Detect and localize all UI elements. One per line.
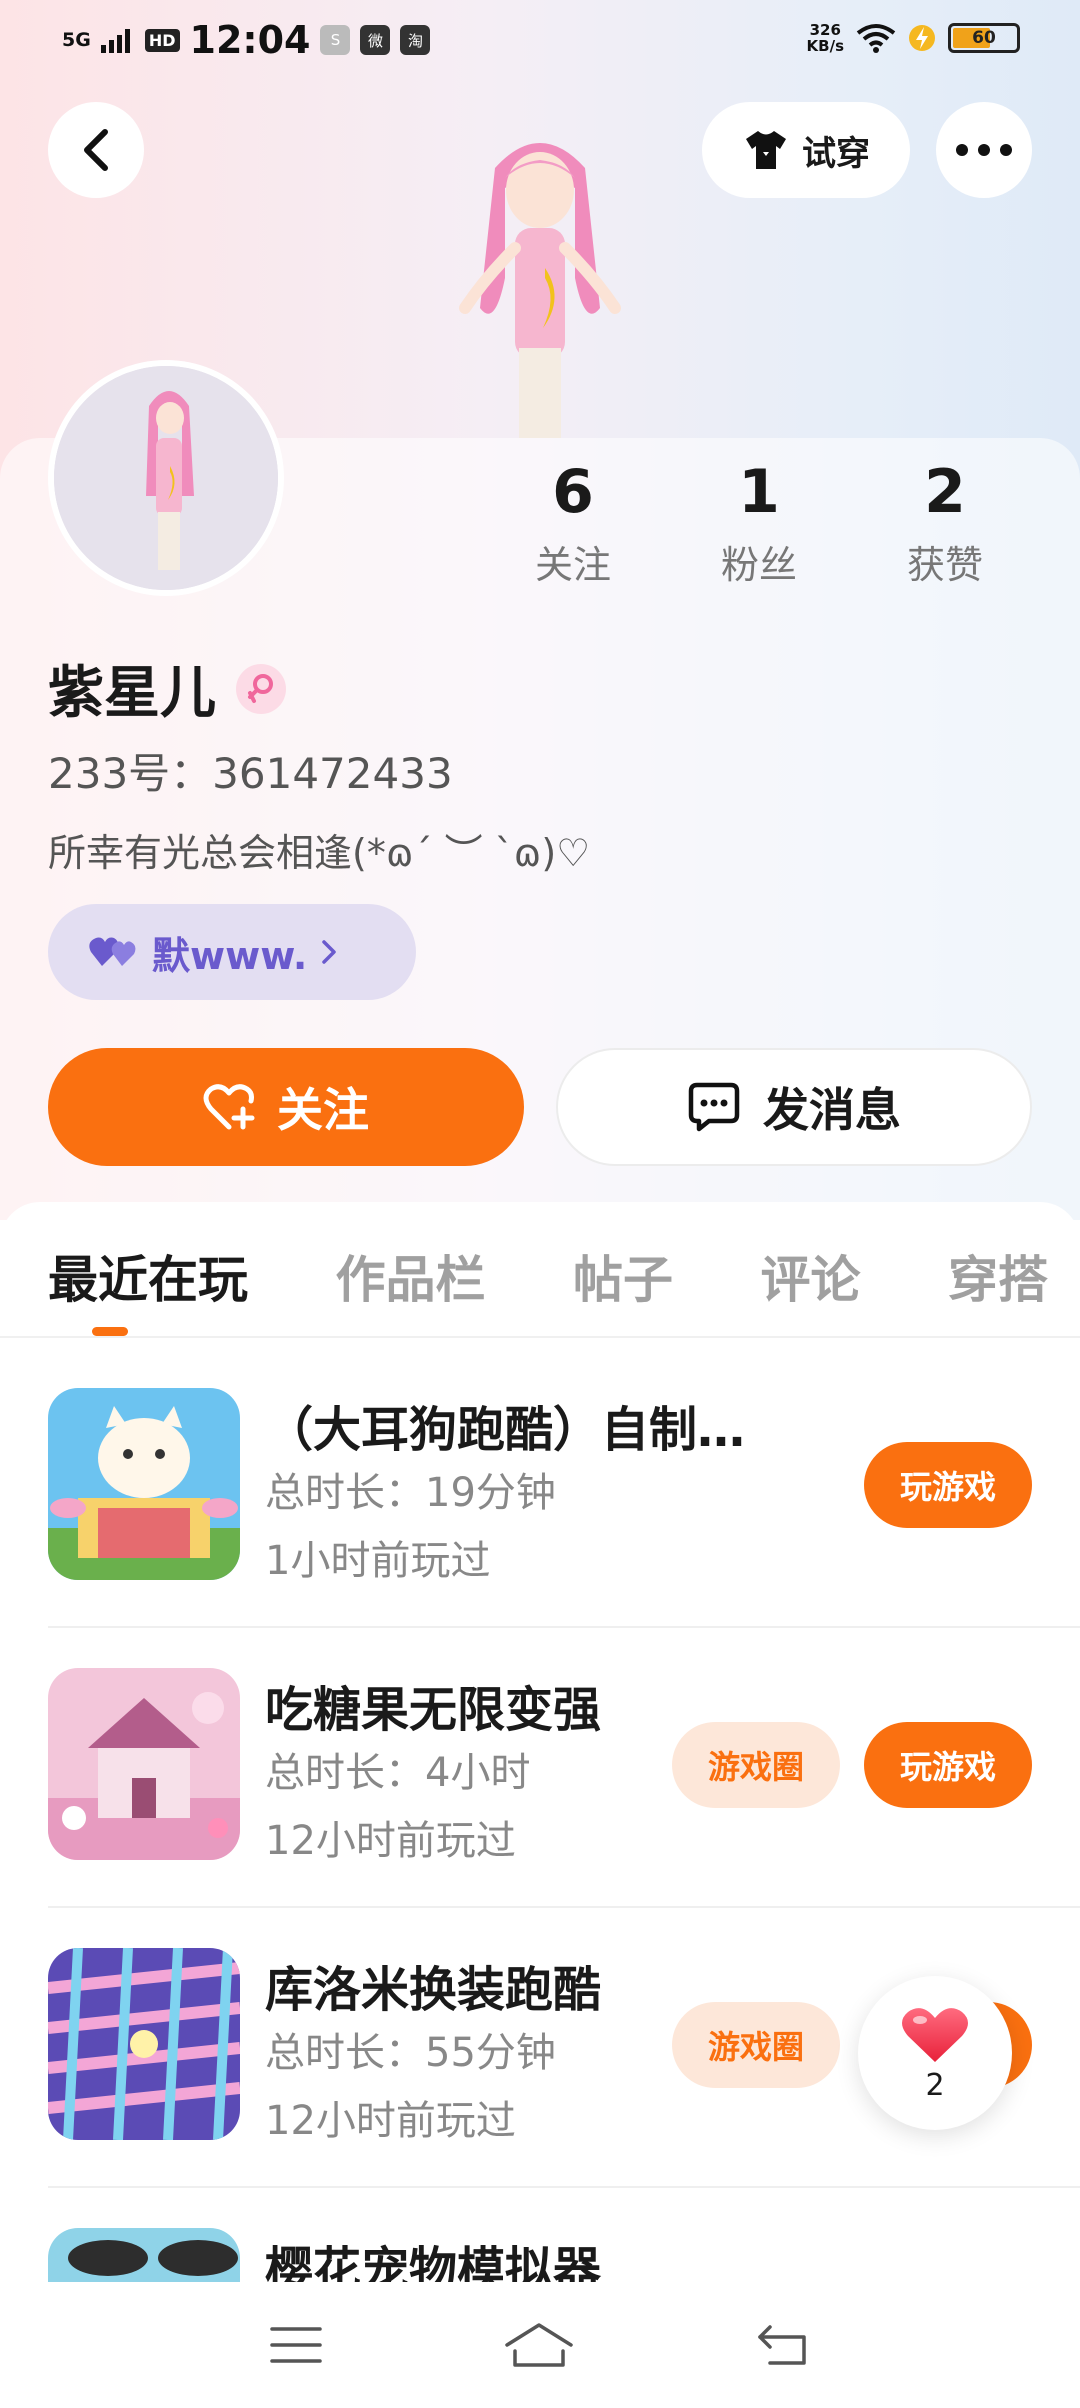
game-last-played: 12小时前玩过 [265, 1818, 516, 1864]
back-button[interactable] [48, 102, 144, 198]
send-message-button[interactable]: 发消息 [556, 1048, 1032, 1166]
game-title: 吃糖果无限变强 [265, 1682, 602, 1738]
game-thumbnail [48, 1668, 240, 1860]
chevron-right-icon [322, 940, 337, 964]
tab-comments[interactable]: 评论 [761, 1240, 861, 1330]
relationship-tag-chip[interactable]: 默www. [48, 904, 416, 1000]
stat-following[interactable]: 6 关注 [480, 456, 666, 589]
game-circle-button[interactable]: 游戏圈 [672, 2002, 840, 2088]
game-title: （大耳狗跑酷）自制… [265, 1402, 746, 1458]
profile-tabs: 最近在玩 作品栏 帖子 评论 穿搭 [48, 1240, 1048, 1330]
stat-followers[interactable]: 1 粉丝 [666, 456, 852, 589]
tshirt-icon [746, 131, 786, 169]
try-on-button[interactable]: 试穿 [702, 102, 910, 198]
home-icon[interactable] [503, 2321, 575, 2369]
more-options-button[interactable] [936, 102, 1032, 198]
game-thumbnail [48, 1388, 240, 1580]
tag-chip-label: 默www. [152, 933, 308, 978]
send-message-label: 发消息 [763, 1083, 901, 1137]
tab-outfits[interactable]: 穿搭 [948, 1240, 1048, 1330]
follow-label: 关注 [277, 1083, 369, 1137]
user-id: 233号：361472433 [48, 749, 453, 798]
like-count: 2 [925, 2067, 945, 2103]
double-heart-icon [89, 937, 136, 966]
game-duration: 总时长：55分钟 [265, 2030, 556, 2076]
notification-app-icon: 淘 [400, 25, 431, 55]
profile-stats: 6 关注 1 粉丝 2 获赞 [480, 456, 1040, 589]
game-title: 库洛米换装跑酷 [265, 1962, 602, 2018]
more-icon [956, 144, 1012, 156]
notification-app-icon: S [320, 25, 351, 55]
game-list-item[interactable]: 吃糖果无限变强 总时长：4小时 12小时前玩过 游戏圈 玩游戏 [0, 1616, 1080, 1896]
game-title: 樱花宠物模拟器 [265, 2242, 602, 2282]
avatar-3d-figure [459, 143, 621, 438]
menu-icon[interactable] [270, 2325, 323, 2365]
clock: 12:04 [189, 18, 311, 62]
try-on-label: 试穿 [802, 133, 870, 174]
heart-plus-icon [203, 1084, 255, 1130]
avatar[interactable] [48, 360, 284, 596]
username: 紫星儿 [48, 661, 216, 726]
chevron-left-icon [84, 129, 108, 171]
wifi-icon [856, 24, 896, 53]
game-last-played: 1小时前玩过 [265, 1538, 491, 1584]
notification-app-icon: 微 [360, 25, 391, 55]
active-tab-indicator [92, 1327, 128, 1336]
game-circle-button[interactable]: 游戏圈 [672, 1722, 840, 1808]
bio: 所幸有光总会相逢(*ɷ´ ︶ `ɷ)♡ [48, 831, 591, 875]
tab-recently-played[interactable]: 最近在玩 [48, 1240, 248, 1330]
heart-icon [902, 2007, 968, 2062]
tab-posts[interactable]: 帖子 [573, 1240, 673, 1330]
signal-icon [100, 29, 130, 53]
content-panel: 最近在玩 作品栏 帖子 评论 穿搭 （大耳狗跑酷）自制… 总时长：19分钟 1小… [0, 1202, 1080, 2408]
hd-badge: HD [144, 28, 180, 52]
follow-button[interactable]: 关注 [48, 1048, 524, 1166]
play-game-button[interactable]: 玩游戏 [864, 1442, 1032, 1528]
network-speed: 326 KB/s [806, 21, 844, 55]
game-thumbnail [48, 1948, 240, 2140]
game-thumbnail [48, 2228, 240, 2282]
like-floating-button[interactable]: 2 [858, 1976, 1012, 2130]
status-bar: 5G HD 12:04 S 微 淘 326 KB/s 60 [0, 0, 1080, 90]
network-indicator: 5G [62, 28, 91, 51]
tab-works[interactable]: 作品栏 [336, 1240, 486, 1330]
game-list-item[interactable]: 樱花宠物模拟器 [0, 2176, 1080, 2282]
game-last-played: 12小时前玩过 [265, 2098, 516, 2144]
avatar-figure-image [54, 366, 278, 590]
play-game-button[interactable]: 玩游戏 [864, 1722, 1032, 1808]
system-navigation-bar [0, 2282, 1080, 2408]
game-duration: 总时长：4小时 [265, 1750, 531, 1796]
chat-bubble-icon [688, 1082, 740, 1132]
username-row: 紫星儿 [48, 648, 286, 729]
female-gender-icon [236, 663, 286, 714]
battery-indicator: 60 [948, 23, 1020, 53]
charging-icon [909, 25, 935, 51]
game-duration: 总时长：19分钟 [265, 1470, 556, 1516]
stat-likes[interactable]: 2 获赞 [852, 456, 1038, 589]
game-list-item[interactable]: （大耳狗跑酷）自制… 总时长：19分钟 1小时前玩过 玩游戏 [0, 1336, 1080, 1616]
back-nav-icon[interactable] [756, 2323, 810, 2367]
